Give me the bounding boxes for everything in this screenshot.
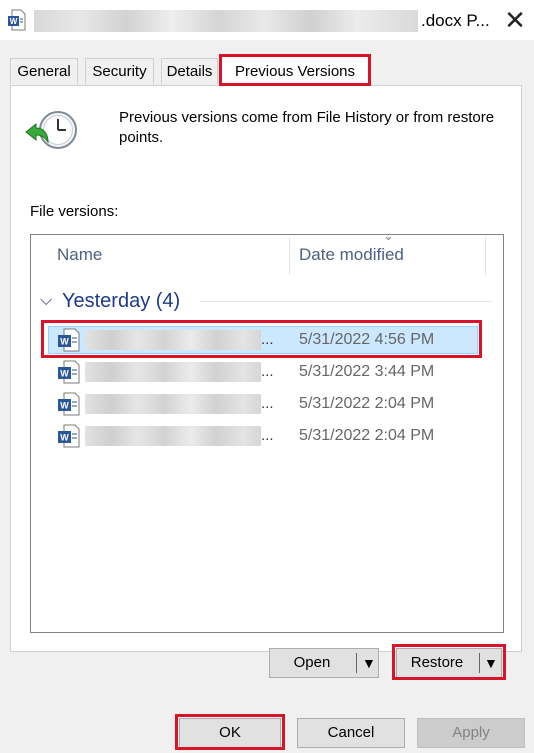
- tab-security[interactable]: Security: [85, 58, 154, 84]
- file-versions-label: File versions:: [30, 203, 119, 220]
- split-divider: [479, 653, 480, 673]
- column-divider[interactable]: [485, 237, 486, 275]
- split-divider: [356, 653, 357, 673]
- svg-text:W: W: [60, 401, 69, 411]
- open-button[interactable]: Open ▼: [269, 648, 379, 678]
- chevron-down-icon[interactable]: ⌵: [40, 291, 52, 311]
- open-button-label: Open: [293, 654, 331, 671]
- filename-ellipsis: ...: [261, 331, 274, 348]
- redacted-filename: [34, 10, 418, 32]
- apply-button[interactable]: Apply: [417, 718, 525, 748]
- tab-details[interactable]: Details: [161, 58, 218, 84]
- filename-ellipsis: ...: [261, 427, 274, 444]
- title-bar: W .docx P... ✕: [0, 0, 534, 40]
- redacted-filename: [85, 330, 261, 350]
- word-document-icon: W: [58, 360, 80, 384]
- word-document-icon: W: [58, 328, 80, 352]
- filename-ellipsis: ...: [261, 363, 274, 380]
- dropdown-arrow-icon[interactable]: ▼: [484, 649, 498, 677]
- date-modified-cell: 5/31/2022 2:04 PM: [299, 395, 435, 412]
- sort-chevron-icon: ⌄: [383, 228, 394, 243]
- column-header-date-modified[interactable]: Date modified: [299, 243, 404, 267]
- window-title: .docx P...: [421, 11, 490, 30]
- svg-text:W: W: [60, 433, 69, 443]
- date-modified-cell: 5/31/2022 3:44 PM: [299, 363, 435, 380]
- svg-text:W: W: [10, 17, 18, 26]
- redacted-filename: [85, 426, 261, 446]
- column-divider[interactable]: [289, 237, 290, 275]
- filename-ellipsis: ...: [261, 395, 274, 412]
- svg-text:W: W: [60, 369, 69, 379]
- redacted-filename: [85, 362, 261, 382]
- date-modified-cell: 5/31/2022 4:56 PM: [299, 331, 435, 348]
- restore-button[interactable]: Restore ▼: [396, 648, 502, 678]
- restore-button-label: Restore: [410, 654, 464, 671]
- group-divider: [200, 301, 492, 302]
- group-header-yesterday[interactable]: Yesterday (4): [62, 288, 180, 314]
- tab-previous-versions[interactable]: Previous Versions: [219, 54, 371, 86]
- svg-text:W: W: [60, 337, 69, 347]
- date-modified-cell: 5/31/2022 2:04 PM: [299, 427, 435, 444]
- tab-general[interactable]: General: [10, 58, 78, 84]
- redacted-filename: [85, 394, 261, 414]
- word-document-icon: W: [58, 392, 80, 416]
- close-icon[interactable]: ✕: [498, 3, 532, 37]
- column-header-name[interactable]: Name: [57, 243, 102, 267]
- file-history-clock-icon: [25, 111, 77, 149]
- word-document-icon: W: [8, 9, 26, 31]
- cancel-button[interactable]: Cancel: [297, 718, 405, 748]
- ok-button[interactable]: OK: [179, 718, 281, 748]
- dropdown-arrow-icon[interactable]: ▼: [362, 649, 376, 677]
- info-text: Previous versions come from File History…: [119, 109, 495, 146]
- word-document-icon: W: [58, 424, 80, 448]
